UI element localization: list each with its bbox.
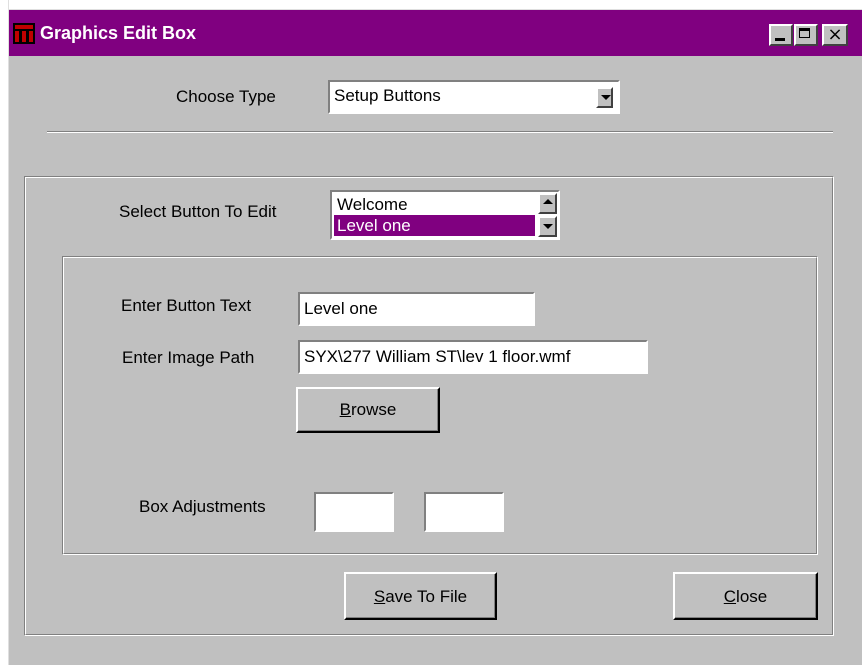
choose-type-dropdown-button[interactable] xyxy=(596,87,613,108)
window-title: Graphics Edit Box xyxy=(40,23,197,43)
browse-button[interactable]: Browse xyxy=(296,387,440,433)
button-text-value: Level one xyxy=(304,299,378,318)
scroll-down-button[interactable] xyxy=(538,216,557,237)
window-frame-left xyxy=(0,0,9,665)
maximize-button[interactable] xyxy=(794,24,818,46)
app-icon[interactable] xyxy=(13,23,35,44)
title-bar[interactable]: Graphics Edit Box × xyxy=(9,10,862,56)
chevron-down-icon xyxy=(601,95,611,100)
browse-button-label: Browse xyxy=(339,400,397,419)
separator-line xyxy=(47,131,833,133)
listbox-scrollbar[interactable] xyxy=(538,193,557,237)
save-to-file-button[interactable]: Save To File xyxy=(344,572,497,620)
image-path-value: SYX\277 William ST\lev 1 floor.wmf xyxy=(304,347,571,366)
close-icon: × xyxy=(827,24,843,45)
button-text-label: Enter Button Text xyxy=(121,296,252,315)
box-adjustment-field-2[interactable] xyxy=(424,492,504,532)
save-button-label: Save To File xyxy=(373,587,468,606)
list-item[interactable]: Welcome xyxy=(334,194,535,215)
choose-type-label: Choose Type xyxy=(176,87,276,106)
close-button-label: Close xyxy=(723,587,768,606)
image-path-label: Enter Image Path xyxy=(122,348,255,367)
arrow-up-icon xyxy=(543,199,553,204)
choose-type-value: Setup Buttons xyxy=(334,86,441,105)
choose-type-dropdown[interactable]: Setup Buttons xyxy=(328,80,620,114)
button-text-field[interactable]: Level one xyxy=(298,292,535,326)
graphics-edit-box-window: Graphics Edit Box × Choose Type Setup Bu… xyxy=(0,0,862,665)
box-adjustment-field-1[interactable] xyxy=(314,492,394,532)
scroll-up-button[interactable] xyxy=(538,193,557,214)
list-item-selected[interactable]: Level one xyxy=(334,215,535,236)
box-adjustments-label: Box Adjustments xyxy=(139,497,266,516)
arrow-down-icon xyxy=(543,224,553,229)
window-frame-top xyxy=(0,0,862,10)
image-path-field[interactable]: SYX\277 William ST\lev 1 floor.wmf xyxy=(298,340,648,374)
close-window-button[interactable]: × xyxy=(822,24,848,46)
close-button[interactable]: Close xyxy=(673,572,818,620)
select-button-label: Select Button To Edit xyxy=(119,202,277,221)
minimize-button[interactable] xyxy=(769,24,793,46)
button-listbox[interactable]: Welcome Level one xyxy=(330,190,560,240)
